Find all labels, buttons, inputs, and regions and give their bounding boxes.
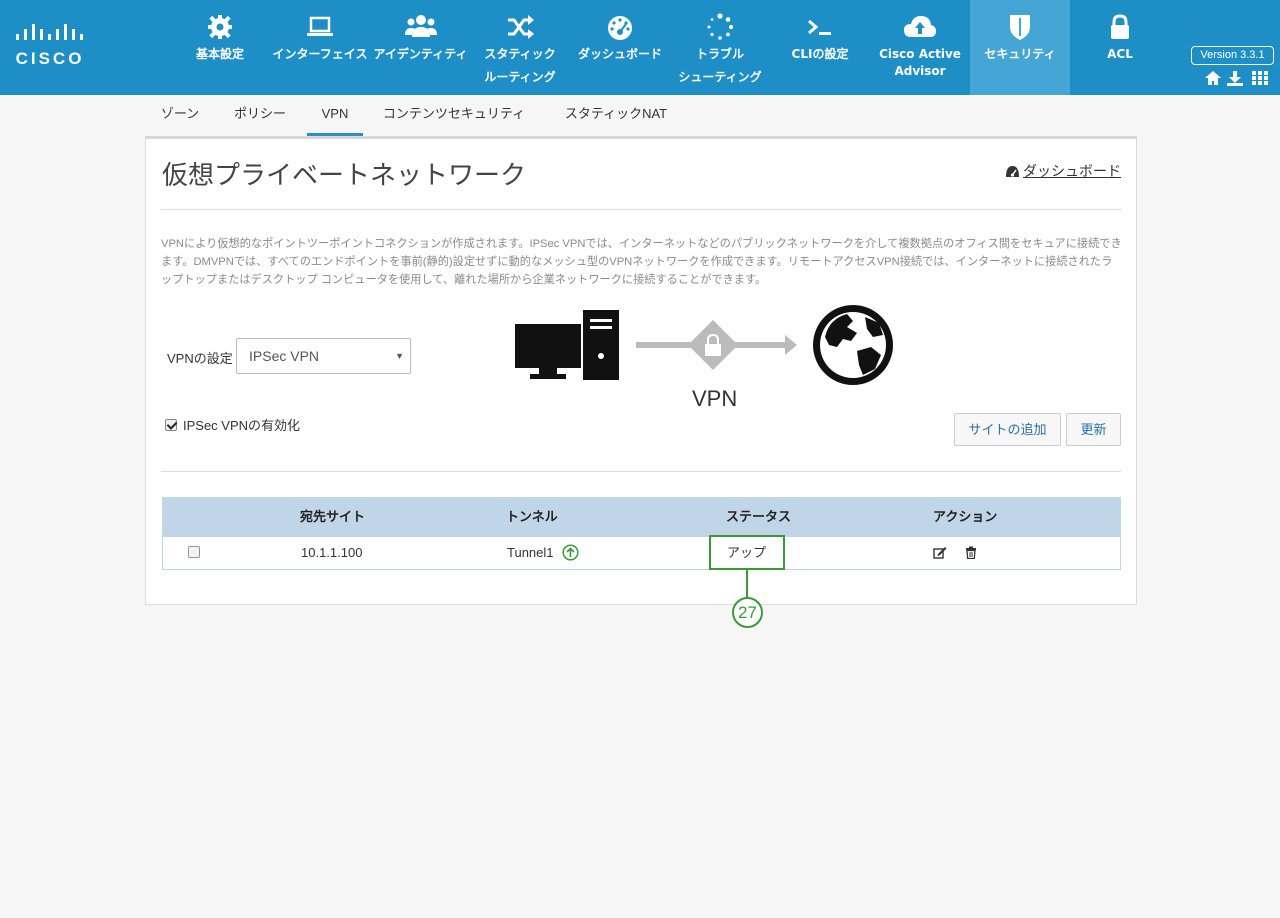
tab-policy[interactable]: ポリシー bbox=[223, 96, 297, 136]
page-title: 仮想プライベートネットワーク bbox=[162, 160, 527, 190]
nav-label: アイデンティティ bbox=[373, 47, 468, 61]
nav-dashboard[interactable]: ダッシュボード bbox=[575, 0, 665, 95]
globe-icon bbox=[813, 305, 893, 385]
nav-label: ACL bbox=[1107, 47, 1133, 61]
column-header-destination-site[interactable]: 宛先サイト bbox=[300, 497, 365, 537]
gear-icon bbox=[208, 15, 232, 39]
logo-text: CISCO bbox=[16, 49, 85, 68]
nav-label: CLIの設定 bbox=[791, 47, 849, 61]
shuffle-icon bbox=[508, 15, 534, 39]
add-site-button[interactable]: サイトの追加 bbox=[954, 413, 1061, 446]
vpn-sites-table: 宛先サイト トンネル ステータス アクション 10.1.1.100 Tunnel… bbox=[162, 497, 1121, 628]
gauge-icon bbox=[608, 16, 632, 40]
laptop-icon bbox=[307, 16, 333, 36]
column-header-tunnel[interactable]: トンネル bbox=[506, 497, 558, 537]
dashboard-icon bbox=[1006, 166, 1019, 177]
tab-content-security[interactable]: コンテンツセキュリティ bbox=[375, 96, 533, 136]
column-header-actions: アクション bbox=[933, 509, 998, 524]
divider bbox=[161, 471, 1121, 472]
tunnel-up-arrow-icon bbox=[562, 544, 579, 561]
nav-label: 基本設定 bbox=[195, 47, 244, 61]
nav-cisco-active-advisor[interactable]: Cisco Active Advisor bbox=[874, 0, 966, 95]
nav-cli-settings[interactable]: CLIの設定 bbox=[785, 0, 855, 95]
home-icon[interactable] bbox=[1205, 71, 1221, 85]
table-row[interactable]: 10.1.1.100 Tunnel1 アップ 27 bbox=[162, 535, 1121, 628]
nav-interfaces[interactable]: インターフェイス bbox=[270, 0, 370, 95]
enable-ipsec-label: IPSec VPNの有効化 bbox=[183, 418, 301, 433]
tab-vpn[interactable]: VPN bbox=[307, 96, 363, 136]
nav-label-line2: ルーティング bbox=[484, 70, 556, 84]
nav-label: ダッシュボード bbox=[577, 47, 662, 61]
table-header: 宛先サイト トンネル ステータス アクション bbox=[162, 497, 1121, 537]
download-icon[interactable] bbox=[1227, 71, 1243, 86]
top-navigation-bar: CISCO 基本設定 インターフェイス アイデンティティ スタティック ルーティ… bbox=[0, 0, 1280, 95]
callout-number-badge: 27 bbox=[732, 597, 763, 628]
vpn-type-select[interactable]: IPSec VPN ▼ bbox=[236, 338, 411, 374]
subtabs: ゾーン ポリシー VPN コンテンツセキュリティ スタティックNAT bbox=[145, 96, 1137, 138]
edit-icon[interactable] bbox=[933, 546, 947, 559]
nav-basic-settings[interactable]: 基本設定 bbox=[190, 0, 250, 95]
refresh-button[interactable]: 更新 bbox=[1066, 413, 1121, 446]
vpn-setting-label: VPNの設定 bbox=[167, 351, 233, 366]
nav-label-line2: Advisor bbox=[894, 64, 946, 78]
nav-label: インターフェイス bbox=[272, 47, 368, 61]
tab-static-nat[interactable]: スタティックNAT bbox=[553, 96, 679, 136]
nav-label: トラブル bbox=[695, 47, 744, 61]
cloud-upload-icon bbox=[904, 16, 936, 37]
shield-icon bbox=[1010, 15, 1030, 40]
main-panel: 仮想プライベートネットワーク ダッシュボード VPNにより仮想的なポイントツーポ… bbox=[145, 139, 1137, 628]
enable-ipsec-checkbox[interactable] bbox=[165, 419, 177, 431]
cisco-logo[interactable]: CISCO bbox=[14, 18, 94, 68]
terminal-icon bbox=[808, 19, 831, 35]
dashboard-link[interactable]: ダッシュボード bbox=[1005, 161, 1121, 181]
tab-zones[interactable]: ゾーン bbox=[145, 96, 215, 136]
nav-static-routing[interactable]: スタティック ルーティング bbox=[478, 0, 562, 95]
dashboard-link-label: ダッシュボード bbox=[1023, 163, 1121, 179]
tunnel-name: Tunnel1 bbox=[507, 545, 554, 560]
toolbar-icons bbox=[1205, 71, 1268, 86]
delete-icon[interactable] bbox=[965, 546, 977, 560]
cell-actions bbox=[933, 537, 977, 569]
divider bbox=[161, 209, 1121, 210]
nav-identity[interactable]: アイデンティティ bbox=[373, 0, 468, 95]
nav-label: セキュリティ bbox=[984, 47, 1056, 61]
version-badge: Version 3.3.1 bbox=[1191, 46, 1274, 65]
cell-destination-site: 10.1.1.100 bbox=[301, 545, 363, 560]
vpn-description: VPNにより仮想的なポイントツーポイントコネクションが作成されます。IPSec … bbox=[161, 238, 1122, 286]
chevron-down-icon: ▼ bbox=[395, 351, 404, 361]
grid-icon[interactable] bbox=[1252, 71, 1268, 85]
status-highlight-box bbox=[709, 535, 785, 570]
column-header-status[interactable]: ステータス bbox=[726, 497, 791, 537]
enable-ipsec-row[interactable]: IPSec VPNの有効化 bbox=[165, 415, 300, 434]
nav-label-line2: シューティング bbox=[678, 70, 762, 84]
nav-troubleshooting[interactable]: トラブル シューティング bbox=[672, 0, 768, 95]
cell-tunnel: Tunnel1 bbox=[507, 537, 579, 569]
nav-acl[interactable]: ACL bbox=[1085, 0, 1155, 95]
vpn-type-select-value: IPSec VPN bbox=[249, 348, 320, 364]
desktop-computer-icon bbox=[515, 310, 619, 380]
spinner-icon bbox=[707, 13, 734, 40]
nav-label: Cisco Active bbox=[879, 47, 961, 61]
nav-security[interactable]: セキュリティ bbox=[970, 0, 1070, 95]
callout-line bbox=[746, 570, 748, 599]
diagram-caption: VPN bbox=[692, 386, 738, 411]
row-select-checkbox[interactable] bbox=[188, 546, 200, 558]
users-icon bbox=[404, 15, 437, 37]
lock-icon bbox=[1111, 14, 1129, 39]
nav-label: スタティック bbox=[484, 47, 556, 61]
